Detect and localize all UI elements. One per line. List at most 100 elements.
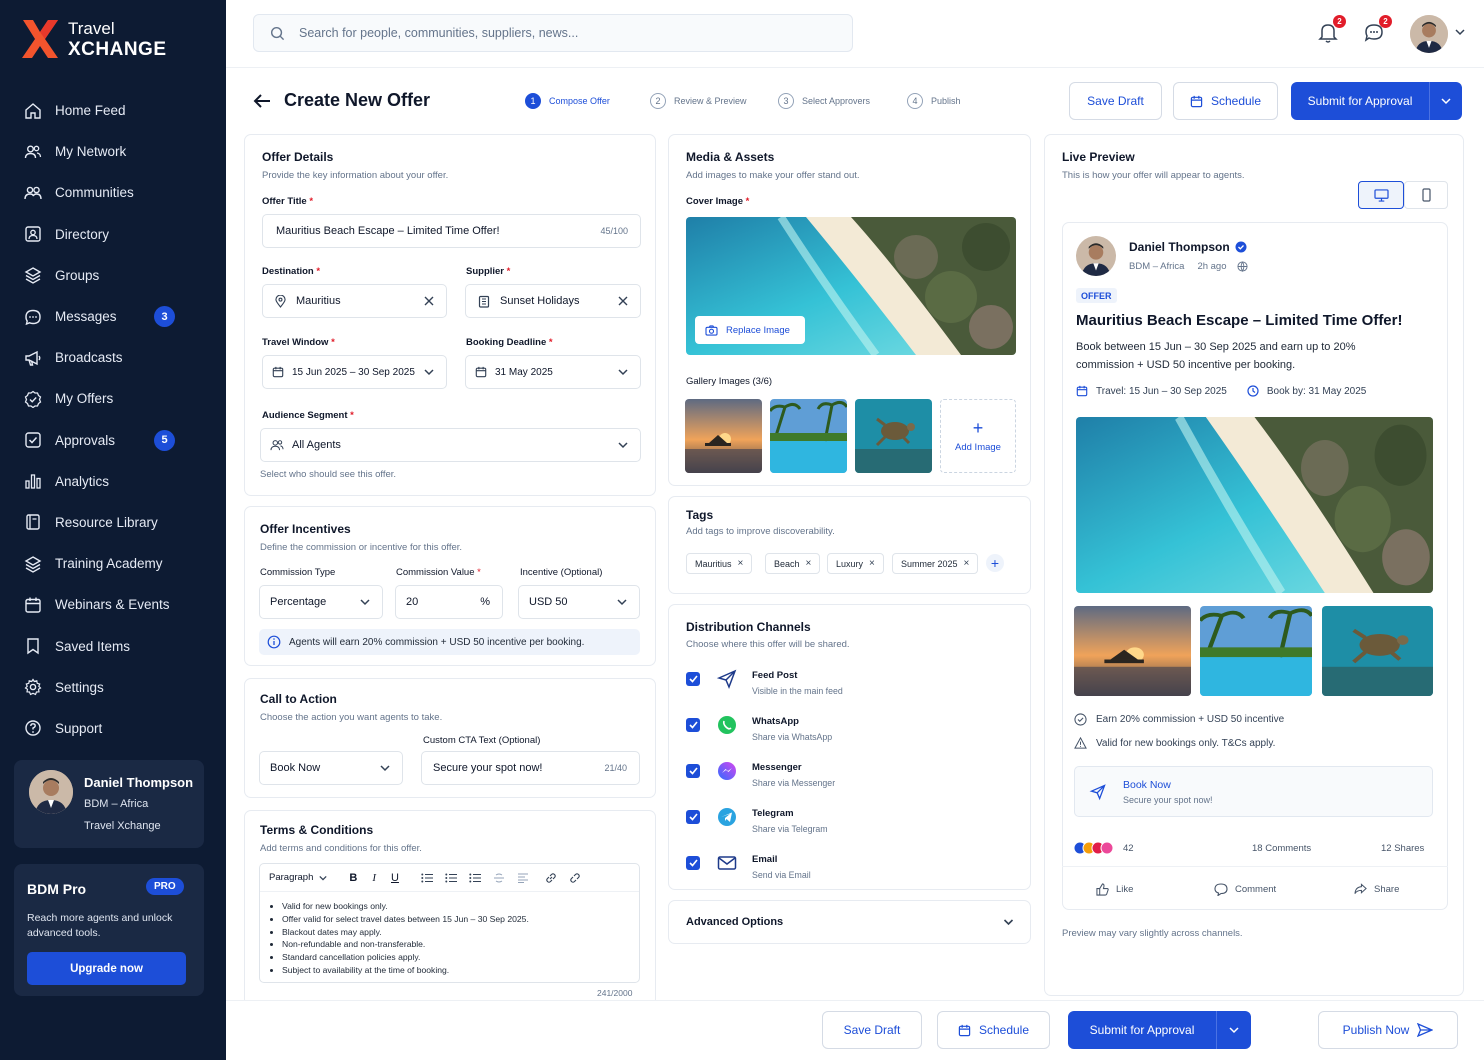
step-approvers[interactable]: 3 Select Approvers xyxy=(778,93,870,109)
sidebar-item-home-feed[interactable]: Home Feed xyxy=(0,90,226,131)
audience-select[interactable]: All Agents xyxy=(260,428,641,462)
strikethrough-icon[interactable] xyxy=(493,873,505,883)
custom-cta-input[interactable]: Secure your spot now! 21/40 xyxy=(421,751,640,785)
clear-icon[interactable] xyxy=(424,296,434,306)
italic-icon[interactable]: I xyxy=(372,872,376,884)
unlink-icon[interactable] xyxy=(569,872,581,884)
close-icon[interactable]: × xyxy=(869,558,875,569)
add-tag-button[interactable]: + xyxy=(986,554,1004,572)
step-publish[interactable]: 4 Publish xyxy=(907,93,961,109)
chevron-down-icon[interactable] xyxy=(1217,1025,1251,1035)
channel-telegram[interactable]: Telegram Share via Telegram xyxy=(686,808,828,848)
sidebar-item-groups[interactable]: Groups xyxy=(0,255,226,296)
desktop-view-toggle[interactable] xyxy=(1358,181,1404,209)
offer-title-input[interactable]: Mauritius Beach Escape – Limited Time Of… xyxy=(262,214,641,248)
footer-schedule-button[interactable]: Schedule xyxy=(937,1011,1050,1049)
sidebar-item-webinars-events[interactable]: Webinars & Events xyxy=(0,584,226,625)
sidebar-item-label: Groups xyxy=(55,267,100,283)
checkbox-checked[interactable] xyxy=(686,856,700,870)
chevron-down-icon[interactable] xyxy=(1455,27,1465,37)
numbered-list-icon[interactable] xyxy=(445,873,457,883)
sidebar-item-my-offers[interactable]: My Offers xyxy=(0,378,226,419)
channel-whatsapp[interactable]: WhatsApp Share via WhatsApp xyxy=(686,716,832,756)
step-review[interactable]: 2 Review & Preview xyxy=(650,93,747,109)
notifications-button[interactable]: 2 xyxy=(1316,15,1346,46)
checkbox-checked[interactable] xyxy=(686,764,700,778)
upgrade-button[interactable]: Upgrade now xyxy=(27,952,186,985)
sidebar-item-approvals[interactable]: Approvals 5 xyxy=(0,420,226,461)
sidebar-item-directory[interactable]: Directory xyxy=(0,214,226,255)
commission-value-input[interactable]: 20 % xyxy=(395,585,503,619)
tag-chip[interactable]: Beach × xyxy=(765,553,821,574)
reactions[interactable]: 42 xyxy=(1073,841,1134,855)
tag-chip[interactable]: Summer 2025 × xyxy=(892,553,979,574)
search-input[interactable] xyxy=(299,26,819,40)
sidebar-item-communities[interactable]: Communities xyxy=(0,172,226,213)
cta-action-select[interactable]: Book Now xyxy=(259,751,403,785)
sidebar-item-support[interactable]: Support xyxy=(0,708,226,749)
checkbox-checked[interactable] xyxy=(686,672,700,686)
footer-save-draft-button[interactable]: Save Draft xyxy=(822,1011,922,1049)
logo[interactable]: Travel XCHANGE xyxy=(20,18,167,60)
align-icon[interactable] xyxy=(517,873,529,883)
search-bar[interactable] xyxy=(253,14,853,52)
gallery-image-sunset[interactable] xyxy=(685,399,762,473)
checkbox-checked[interactable] xyxy=(686,810,700,824)
schedule-button[interactable]: Schedule xyxy=(1173,82,1278,120)
mobile-view-toggle[interactable] xyxy=(1404,181,1448,209)
channel-messenger[interactable]: Messenger Share via Messenger xyxy=(686,762,835,802)
sidebar-item-settings[interactable]: Settings xyxy=(0,667,226,708)
link-icon[interactable] xyxy=(545,872,557,884)
sidebar-item-saved-items[interactable]: Saved Items xyxy=(0,625,226,666)
messages-button[interactable]: 2 xyxy=(1362,15,1392,46)
like-button[interactable]: Like xyxy=(1096,883,1133,896)
checkbox-checked[interactable] xyxy=(686,718,700,732)
user-avatar[interactable] xyxy=(1410,15,1448,53)
step-compose[interactable]: 1 Compose Offer xyxy=(525,93,610,109)
submit-approval-button[interactable]: Submit for Approval xyxy=(1291,82,1462,120)
close-icon[interactable]: × xyxy=(738,558,744,569)
gallery-image-turtle[interactable] xyxy=(855,399,932,473)
clear-icon[interactable] xyxy=(618,296,628,306)
footer-submit-approval-button[interactable]: Submit for Approval xyxy=(1068,1011,1251,1049)
tag-chip[interactable]: Luxury × xyxy=(827,553,884,574)
incentive-select[interactable]: USD 50 xyxy=(518,585,640,619)
replace-image-button[interactable]: Replace Image xyxy=(695,316,805,344)
comment-button[interactable]: Comment xyxy=(1214,883,1276,896)
tag-chip[interactable]: Mauritius × xyxy=(686,553,753,574)
preview-cta[interactable]: Book Now Secure your spot now! xyxy=(1074,766,1433,817)
booking-deadline-field[interactable]: 31 May 2025 xyxy=(465,355,641,389)
channel-feed-post[interactable]: Feed Post Visible in the main feed xyxy=(686,669,843,710)
gallery-image-pool[interactable] xyxy=(770,399,847,473)
share-button[interactable]: Share xyxy=(1354,883,1399,895)
sidebar-item-broadcasts[interactable]: Broadcasts xyxy=(0,337,226,378)
close-icon[interactable]: × xyxy=(806,558,812,569)
sidebar-item-my-network[interactable]: My Network xyxy=(0,131,226,172)
destination-field[interactable]: Mauritius xyxy=(262,284,447,318)
sidebar-item-messages[interactable]: Messages 3 xyxy=(0,296,226,337)
underline-icon[interactable]: U xyxy=(391,872,399,884)
back-arrow-icon[interactable] xyxy=(252,92,272,110)
checklist-icon[interactable] xyxy=(469,873,481,883)
commission-type-select[interactable]: Percentage xyxy=(259,585,383,619)
chevron-down-icon[interactable] xyxy=(1003,917,1014,927)
profile-card[interactable]: Daniel Thompson BDM – Africa Travel Xcha… xyxy=(14,760,204,848)
terms-editor[interactable]: Paragraph B I U Valid for new bookings o… xyxy=(259,863,640,983)
supplier-field[interactable]: Sunset Holidays xyxy=(465,284,641,318)
chevron-down-icon[interactable] xyxy=(1430,96,1462,106)
comment-count[interactable]: 18 Comments xyxy=(1252,843,1311,854)
calendar-icon xyxy=(24,596,42,614)
publish-now-button[interactable]: Publish Now xyxy=(1318,1011,1458,1049)
sidebar-item-training-academy[interactable]: Training Academy xyxy=(0,543,226,584)
sidebar-item-resource-library[interactable]: Resource Library xyxy=(0,502,226,543)
close-icon[interactable]: × xyxy=(964,558,970,569)
bullet-list-icon[interactable] xyxy=(421,873,433,883)
sidebar-item-analytics[interactable]: Analytics xyxy=(0,461,226,502)
format-select[interactable]: Paragraph xyxy=(269,872,313,883)
save-draft-button[interactable]: Save Draft xyxy=(1069,82,1162,120)
share-count[interactable]: 12 Shares xyxy=(1381,843,1424,854)
bold-icon[interactable]: B xyxy=(349,872,357,884)
add-image-button[interactable]: + Add Image xyxy=(940,399,1016,473)
channel-email[interactable]: Email Send via Email xyxy=(686,854,811,894)
travel-window-field[interactable]: 15 Jun 2025 – 30 Sep 2025 xyxy=(262,355,447,389)
